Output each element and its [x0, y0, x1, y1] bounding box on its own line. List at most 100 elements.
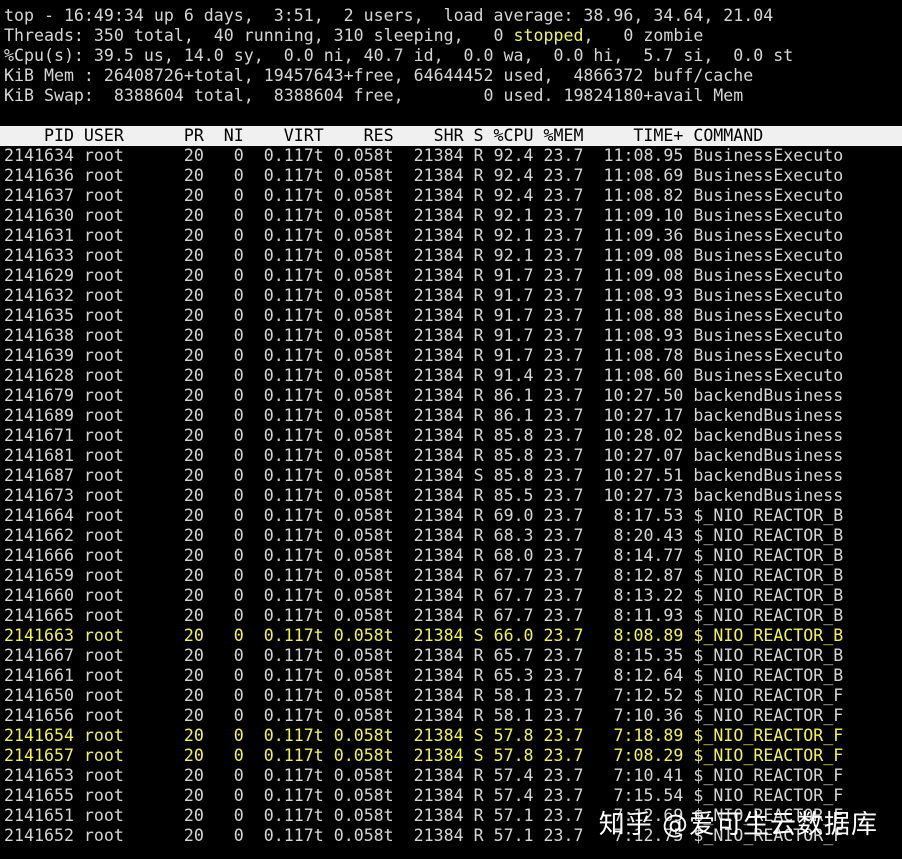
cell-pid: 2141663: [4, 626, 74, 645]
cell-cpu: 57.8: [483, 746, 534, 765]
cell-command: $_NIO_REACTOR_B: [683, 526, 844, 545]
cell-pr: 20: [163, 206, 204, 225]
cell-s: R: [463, 766, 484, 785]
cell-mem: 23.7: [533, 526, 584, 545]
table-row: 2141687 root 20 0 0.117t 0.058t 21384 S …: [4, 466, 902, 486]
cell-shr: 21384: [393, 226, 464, 245]
cell-command: $_NIO_REACTOR_B: [683, 546, 844, 565]
cell-shr: 21384: [393, 266, 464, 285]
cell-shr: 21384: [393, 486, 464, 505]
cell-command: backendBusiness: [683, 446, 844, 465]
cell-res: 0.058t: [323, 366, 394, 385]
cell-pid: 2141656: [4, 706, 74, 725]
cell-mem: 23.7: [533, 506, 584, 525]
cell-mem: 23.7: [533, 446, 584, 465]
cell-res: 0.058t: [323, 586, 394, 605]
cell-user: root: [73, 226, 164, 245]
cell-shr: 21384: [393, 206, 464, 225]
cell-ni: 0: [203, 246, 244, 265]
cell-cpu: 57.1: [483, 826, 534, 845]
cell-shr: 21384: [393, 546, 464, 565]
cell-cpu: 65.3: [483, 666, 534, 685]
cell-mem: 23.7: [533, 146, 584, 165]
cell-pid: 2141628: [4, 366, 74, 385]
cell-shr: 21384: [393, 726, 464, 745]
cell-shr: 21384: [393, 806, 464, 825]
cell-shr: 21384: [393, 766, 464, 785]
cell-shr: 21384: [393, 146, 464, 165]
cell-virt: 0.117t: [243, 746, 324, 765]
cell-shr: 21384: [393, 626, 464, 645]
cell-user: root: [73, 346, 164, 365]
cell-cpu: 85.8: [483, 466, 534, 485]
cell-mem: 23.7: [533, 346, 584, 365]
cell-command: BusinessExecuto: [683, 346, 844, 365]
cell-shr: 21384: [393, 506, 464, 525]
cell-shr: 21384: [393, 826, 464, 845]
cell-pr: 20: [163, 546, 204, 565]
cell-res: 0.058t: [323, 566, 394, 585]
table-row: 2141628 root 20 0 0.117t 0.058t 21384 R …: [4, 366, 902, 386]
cell-cpu: 91.7: [483, 286, 534, 305]
table-row: 2141655 root 20 0 0.117t 0.058t 21384 R …: [4, 786, 902, 806]
cell-res: 0.058t: [323, 346, 394, 365]
table-row: 2141656 root 20 0 0.117t 0.058t 21384 R …: [4, 706, 902, 726]
cell-ni: 0: [203, 306, 244, 325]
cell-pid: 2141653: [4, 766, 74, 785]
cell-shr: 21384: [393, 426, 464, 445]
process-table-body: 2141634 root 20 0 0.117t 0.058t 21384 R …: [4, 146, 902, 846]
cell-cpu: 86.1: [483, 406, 534, 425]
table-row: 2141659 root 20 0 0.117t 0.058t 21384 R …: [4, 566, 902, 586]
cell-ni: 0: [203, 386, 244, 405]
cell-pid: 2141660: [4, 586, 74, 605]
cell-pr: 20: [163, 726, 204, 745]
cell-virt: 0.117t: [243, 186, 324, 205]
cell-pr: 20: [163, 306, 204, 325]
cell-s: R: [463, 366, 484, 385]
cell-s: R: [463, 406, 484, 425]
cell-ni: 0: [203, 786, 244, 805]
cell-shr: 21384: [393, 186, 464, 205]
cell-s: R: [463, 526, 484, 545]
cell-user: root: [73, 486, 164, 505]
cell-mem: 23.7: [533, 826, 584, 845]
cell-user: root: [73, 626, 164, 645]
cell-user: root: [73, 766, 164, 785]
cell-ni: 0: [203, 766, 244, 785]
cell-cpu: 91.7: [483, 326, 534, 345]
cell-virt: 0.117t: [243, 806, 324, 825]
cell-virt: 0.117t: [243, 686, 324, 705]
cell-pid: 2141687: [4, 466, 74, 485]
cell-ni: 0: [203, 506, 244, 525]
cell-pid: 2141689: [4, 406, 74, 425]
table-row: 2141679 root 20 0 0.117t 0.058t 21384 R …: [4, 386, 902, 406]
cell-user: root: [73, 306, 164, 325]
cell-virt: 0.117t: [243, 526, 324, 545]
cell-res: 0.058t: [323, 306, 394, 325]
cell-pr: 20: [163, 806, 204, 825]
cell-res: 0.058t: [323, 426, 394, 445]
cell-pid: 2141652: [4, 826, 74, 845]
cell-virt: 0.117t: [243, 246, 324, 265]
cell-virt: 0.117t: [243, 366, 324, 385]
watermark: 知乎 @爱可生云数据库: [598, 810, 878, 840]
cell-ni: 0: [203, 226, 244, 245]
cell-res: 0.058t: [323, 626, 394, 645]
cell-res: 0.058t: [323, 446, 394, 465]
terminal[interactable]: top - 16:49:34 up 6 days, 3:51, 2 users,…: [0, 6, 902, 846]
cell-ni: 0: [203, 146, 244, 165]
cell-pid: 2141634: [4, 146, 74, 165]
table-row: 2141632 root 20 0 0.117t 0.058t 21384 R …: [4, 286, 902, 306]
cell-virt: 0.117t: [243, 586, 324, 605]
cell-command: backendBusiness: [683, 486, 844, 505]
table-row: 2141630 root 20 0 0.117t 0.058t 21384 R …: [4, 206, 902, 226]
table-row: 2141638 root 20 0 0.117t 0.058t 21384 R …: [4, 326, 902, 346]
cell-s: R: [463, 826, 484, 845]
cell-time: 7:10.36: [583, 706, 684, 725]
cell-shr: 21384: [393, 746, 464, 765]
cell-virt: 0.117t: [243, 226, 324, 245]
cell-pr: 20: [163, 386, 204, 405]
cell-time: 8:20.43: [583, 526, 684, 545]
cell-user: root: [73, 646, 164, 665]
cell-cpu: 86.1: [483, 386, 534, 405]
